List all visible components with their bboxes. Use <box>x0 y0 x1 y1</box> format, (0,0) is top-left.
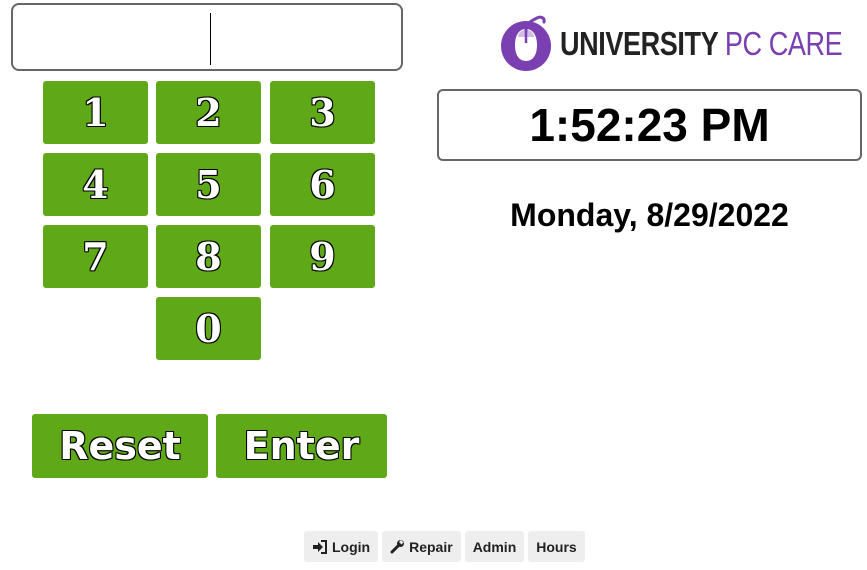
repair-button[interactable]: Repair <box>382 531 461 562</box>
key-8[interactable]: 8 <box>156 225 261 288</box>
key-9[interactable]: 9 <box>270 225 375 288</box>
time-clock-page: 1 2 3 4 5 6 7 8 9 0 Reset Enter UNIVERSI… <box>0 0 867 570</box>
repair-label: Repair <box>409 538 453 555</box>
admin-button[interactable]: Admin <box>464 531 525 562</box>
university-pc-care-logo: UNIVERSITY PC CARE <box>500 14 867 74</box>
key-3[interactable]: 3 <box>270 81 375 144</box>
key-6[interactable]: 6 <box>270 153 375 216</box>
login-button[interactable]: Login <box>304 531 379 562</box>
wrench-icon <box>390 540 405 554</box>
key-1[interactable]: 1 <box>43 81 148 144</box>
enter-button[interactable]: Enter <box>216 414 387 478</box>
clock-display: 1:52:23 PM <box>437 89 862 161</box>
logo-text: UNIVERSITY PC CARE <box>560 25 843 63</box>
footer-nav: Login Repair Admin Hours <box>304 531 585 562</box>
sign-in-icon <box>313 539 327 554</box>
admin-label: Admin <box>472 538 517 555</box>
pin-input[interactable] <box>11 3 403 71</box>
hours-label: Hours <box>536 538 577 555</box>
key-5[interactable]: 5 <box>156 153 261 216</box>
mouse-logo-icon <box>501 15 551 71</box>
logo-text-bold: UNIVERSITY <box>560 25 719 62</box>
hours-button[interactable]: Hours <box>528 531 585 562</box>
key-7[interactable]: 7 <box>43 225 148 288</box>
date-display: Monday, 8/29/2022 <box>510 197 789 233</box>
login-label: Login <box>332 538 371 555</box>
reset-button[interactable]: Reset <box>32 414 208 478</box>
key-0[interactable]: 0 <box>156 297 261 360</box>
logo-text-light: PC CARE <box>724 25 843 62</box>
key-2[interactable]: 2 <box>156 81 261 144</box>
text-caret <box>210 13 211 65</box>
key-4[interactable]: 4 <box>43 153 148 216</box>
